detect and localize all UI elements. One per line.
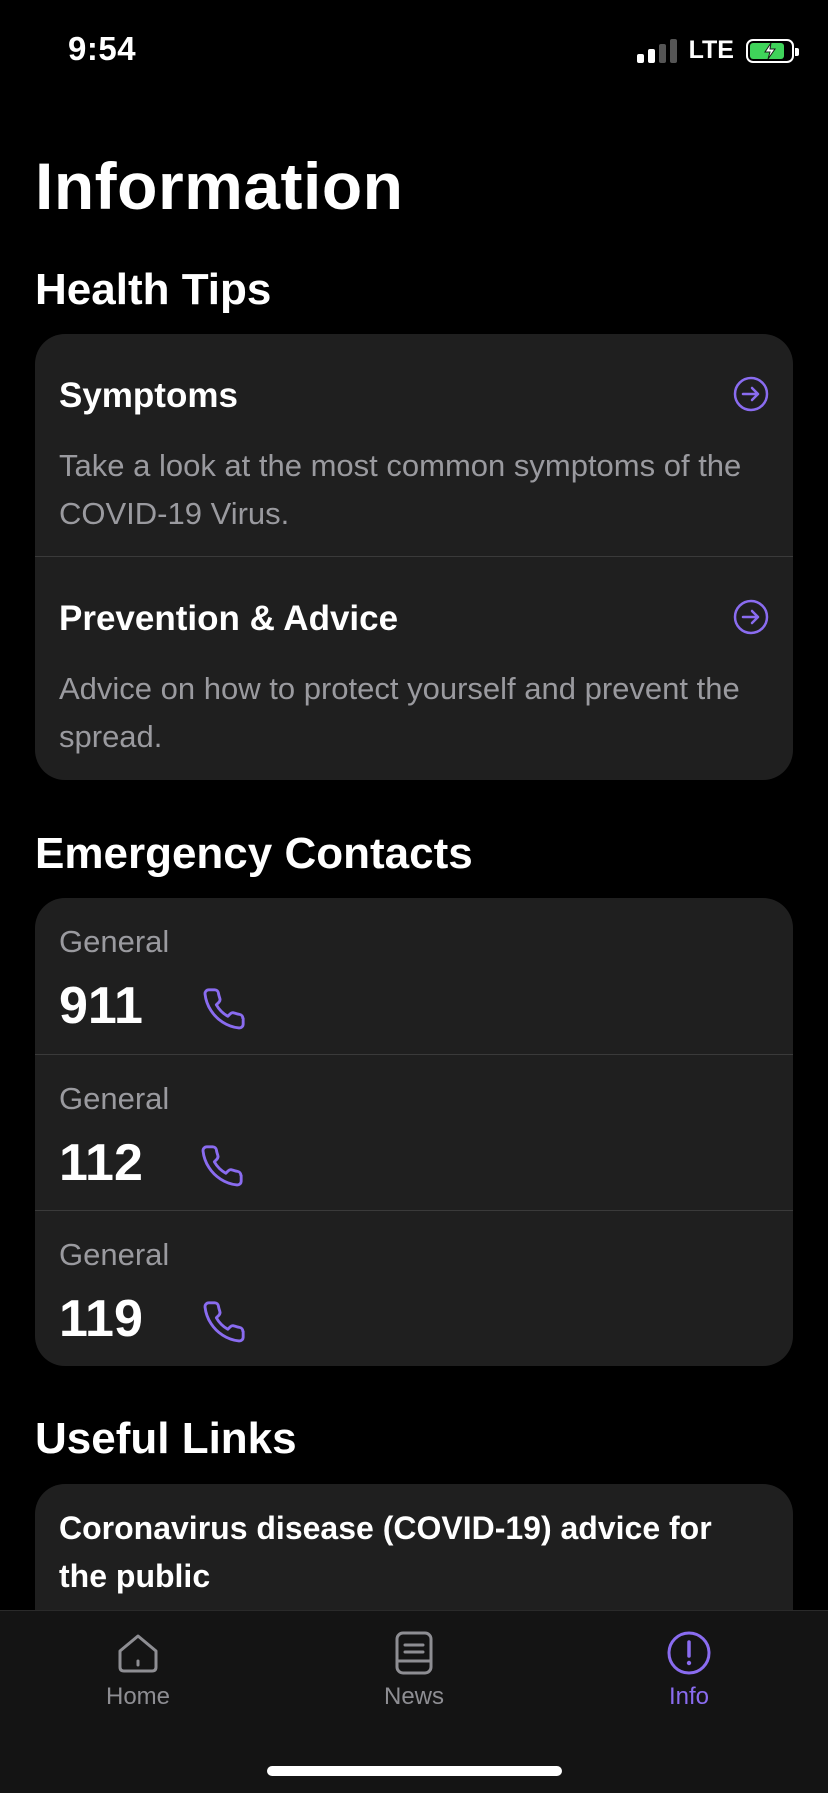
- contact-label: General: [59, 1081, 170, 1116]
- arrow-right-circle-icon[interactable]: [733, 376, 769, 412]
- status-indicators: LTE: [636, 36, 799, 65]
- contact-number: 911: [59, 977, 143, 1035]
- network-label: LTE: [688, 36, 734, 64]
- tab-label: Home: [105, 1683, 171, 1710]
- contact-number: 112: [59, 1134, 143, 1192]
- tab-home[interactable]: Home: [68, 1629, 208, 1711]
- contact-label: General: [59, 924, 170, 959]
- home-icon: [118, 1634, 158, 1673]
- battery-icon: [746, 38, 799, 63]
- signal-icon: [636, 38, 677, 63]
- contact-label: General: [59, 1237, 170, 1272]
- arrow-right-circle-icon[interactable]: [733, 599, 769, 635]
- phone-icon[interactable]: [201, 986, 247, 1032]
- health-tips-card: Symptoms Take a look at the most common …: [35, 334, 793, 780]
- tab-label: Info: [668, 1683, 710, 1710]
- home-indicator[interactable]: [267, 1766, 562, 1776]
- phone-icon[interactable]: [201, 1299, 247, 1345]
- tab-info[interactable]: Info: [619, 1629, 759, 1711]
- tip-title: Symptoms: [59, 376, 238, 415]
- news-icon: [395, 1631, 433, 1675]
- tip-symptoms[interactable]: Symptoms Take a look at the most common …: [35, 334, 793, 556]
- emergency-contacts-card: General 911 General 112 General 119: [35, 898, 793, 1366]
- health-tips-heading: Health Tips: [35, 265, 272, 314]
- tip-prevention[interactable]: Prevention & Advice Advice on how to pro…: [35, 556, 793, 779]
- contact-number: 119: [59, 1290, 143, 1348]
- tab-label: News: [383, 1683, 444, 1710]
- tip-title: Prevention & Advice: [59, 599, 399, 638]
- contact-row[interactable]: General 911: [35, 898, 793, 1054]
- link-title: Coronavirus disease (COVID-19) advice fo…: [59, 1510, 712, 1594]
- page-title: Information: [35, 149, 404, 223]
- emergency-contacts-heading: Emergency Contacts: [35, 829, 473, 878]
- info-icon: [667, 1631, 711, 1675]
- status-bar: 9:54 LTE: [0, 0, 828, 100]
- status-time: 9:54: [68, 30, 137, 67]
- phone-icon[interactable]: [199, 1143, 245, 1189]
- tab-news[interactable]: News: [344, 1629, 484, 1711]
- contact-row[interactable]: General 119: [35, 1210, 793, 1366]
- contact-row[interactable]: General 112: [35, 1054, 793, 1210]
- tip-description: Advice on how to protect yourself and pr…: [59, 671, 740, 754]
- useful-links-heading: Useful Links: [35, 1414, 297, 1463]
- tip-description: Take a look at the most common symptoms …: [59, 448, 742, 531]
